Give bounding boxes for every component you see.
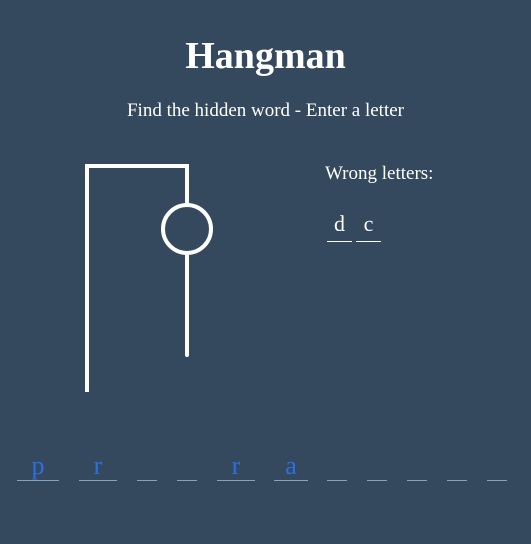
- letter-slot: [407, 450, 427, 481]
- wrong-letter: d: [327, 211, 352, 242]
- wrong-letter: c: [356, 211, 381, 242]
- wrong-letters-panel: Wrong letters: d c: [325, 162, 434, 242]
- game-title: Hangman: [185, 35, 346, 77]
- game-instructions: Find the hidden word - Enter a letter: [126, 100, 404, 121]
- letter-slot: [177, 450, 197, 481]
- letter-slot: r: [79, 450, 117, 481]
- letter-slot: r: [217, 450, 255, 481]
- letter-slot: p: [17, 450, 59, 481]
- letter-slot: [367, 450, 387, 481]
- wrong-letters-list: d c: [327, 211, 381, 242]
- letter-slot: [327, 450, 347, 481]
- letter-slot: [137, 450, 157, 481]
- letter-slot: [487, 450, 507, 481]
- letter-slot: a: [274, 450, 308, 481]
- wrong-letters-label: Wrong letters:: [325, 163, 434, 184]
- word-display: p r r a: [17, 450, 517, 482]
- hangman-head: [161, 203, 213, 255]
- letter-slot: [447, 450, 467, 481]
